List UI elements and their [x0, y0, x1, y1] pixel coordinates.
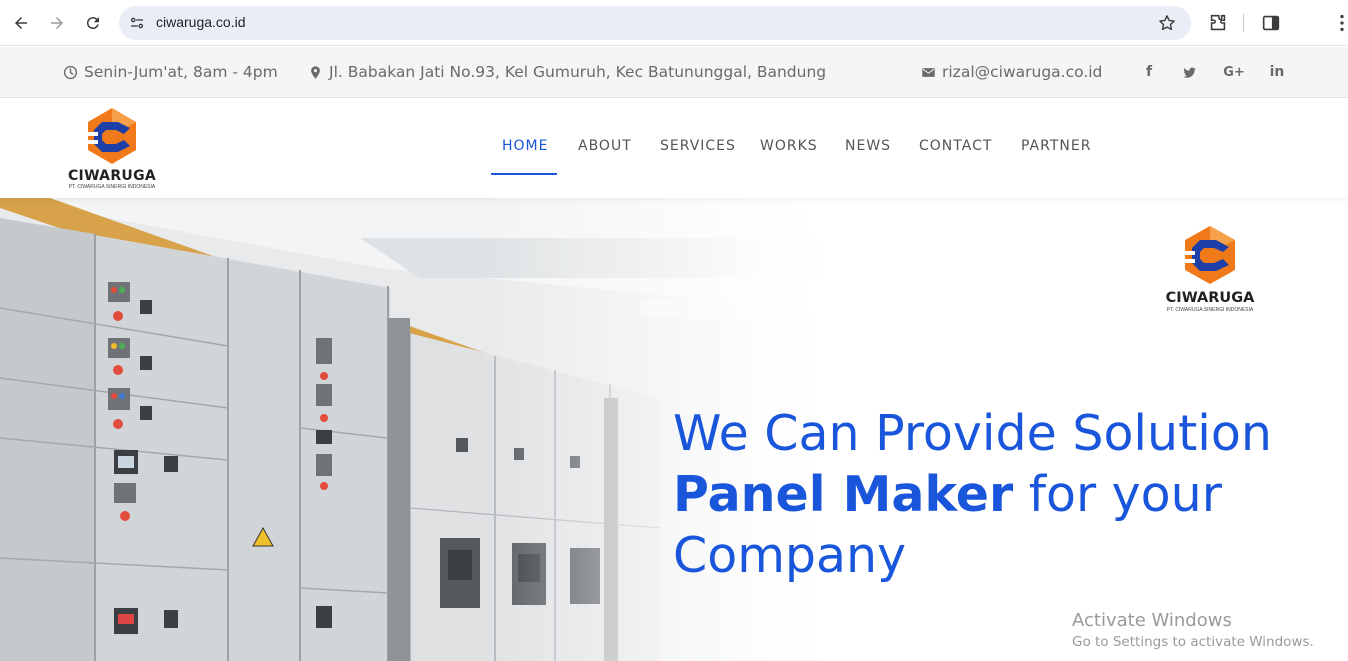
- email-text[interactable]: rizal@ciwaruga.co.id: [942, 63, 1102, 81]
- nav-works[interactable]: WORKS: [760, 138, 818, 154]
- nav-contact[interactable]: CONTACT: [919, 138, 992, 154]
- nav-home[interactable]: HOME: [502, 138, 548, 154]
- toolbar-divider: [1243, 14, 1244, 32]
- headline-line-3: Company: [673, 527, 907, 584]
- hero-headline: We Can Provide Solution Panel Maker for …: [673, 403, 1333, 586]
- headline-line-1: We Can Provide Solution: [673, 405, 1272, 462]
- side-panel-icon[interactable]: [1260, 12, 1282, 34]
- watermark-subtitle: Go to Settings to activate Windows.: [1072, 634, 1314, 650]
- office-address: Jl. Babakan Jati No.93, Kel Gumuruh, Kec…: [308, 63, 826, 81]
- contact-email[interactable]: rizal@ciwaruga.co.id: [921, 63, 1102, 81]
- forward-arrow-icon[interactable]: [45, 11, 69, 35]
- site-info-icon[interactable]: [128, 14, 146, 32]
- linkedin-icon[interactable]: in: [1266, 61, 1288, 83]
- hero-section: CIWARUGA PT. CIWARUGA SINERGI INDONESIA …: [0, 198, 1348, 661]
- logo-subtitle: PT. CIWARUGA SINERGI INDONESIA: [68, 184, 156, 190]
- google-plus-icon[interactable]: G+: [1222, 61, 1246, 83]
- active-nav-indicator: [491, 173, 557, 175]
- facebook-icon[interactable]: f: [1138, 61, 1160, 83]
- url-text[interactable]: ciwaruga.co.id: [156, 14, 246, 30]
- back-arrow-icon[interactable]: [9, 11, 33, 35]
- top-info-bar: Senin-Jum'at, 8am - 4pm Jl. Babakan Jati…: [0, 47, 1348, 98]
- watermark-title: Activate Windows: [1072, 610, 1232, 631]
- business-hours: Senin-Jum'at, 8am - 4pm: [63, 63, 278, 81]
- nav-about[interactable]: ABOUT: [578, 138, 632, 154]
- extensions-icon[interactable]: [1207, 12, 1229, 34]
- browser-toolbar: ciwaruga.co.id: [0, 0, 1348, 46]
- nav-partner[interactable]: PARTNER: [1021, 138, 1091, 154]
- clock-icon: [63, 65, 78, 79]
- site-logo[interactable]: CIWARUGA PT. CIWARUGA SINERGI INDONESIA: [64, 106, 160, 190]
- address-bar[interactable]: ciwaruga.co.id: [119, 6, 1191, 40]
- map-marker-icon: [311, 65, 320, 79]
- star-icon[interactable]: [1157, 13, 1177, 33]
- address-text: Jl. Babakan Jati No.93, Kel Gumuruh, Kec…: [329, 63, 827, 81]
- twitter-icon[interactable]: [1178, 61, 1200, 83]
- hero-logo-text: CIWARUGA: [1165, 290, 1255, 306]
- envelope-icon: [922, 67, 935, 77]
- hours-text: Senin-Jum'at, 8am - 4pm: [84, 63, 278, 81]
- more-vert-icon[interactable]: [1331, 12, 1348, 34]
- hero-logo: CIWARUGA PT. CIWARUGA SINERGI INDONESIA: [1160, 224, 1260, 314]
- site-header: CIWARUGA PT. CIWARUGA SINERGI INDONESIA …: [0, 98, 1348, 198]
- ciwaruga-logo-icon: [84, 108, 136, 164]
- nav-services[interactable]: SERVICES: [660, 138, 736, 154]
- hero-logo-subtitle: PT. CIWARUGA SINERGI INDONESIA: [1166, 307, 1254, 313]
- nav-news[interactable]: NEWS: [845, 138, 891, 154]
- headline-line-2-rest: for your: [1013, 466, 1222, 523]
- activate-windows-watermark: Activate Windows Go to Settings to activ…: [1072, 610, 1314, 650]
- logo-text: CIWARUGA: [67, 168, 156, 184]
- ciwaruga-logo-icon: [1181, 226, 1235, 284]
- headline-bold-text: Panel Maker: [673, 466, 1014, 523]
- headline-line-2: Panel Maker for your: [673, 464, 1333, 525]
- reload-icon[interactable]: [81, 11, 105, 35]
